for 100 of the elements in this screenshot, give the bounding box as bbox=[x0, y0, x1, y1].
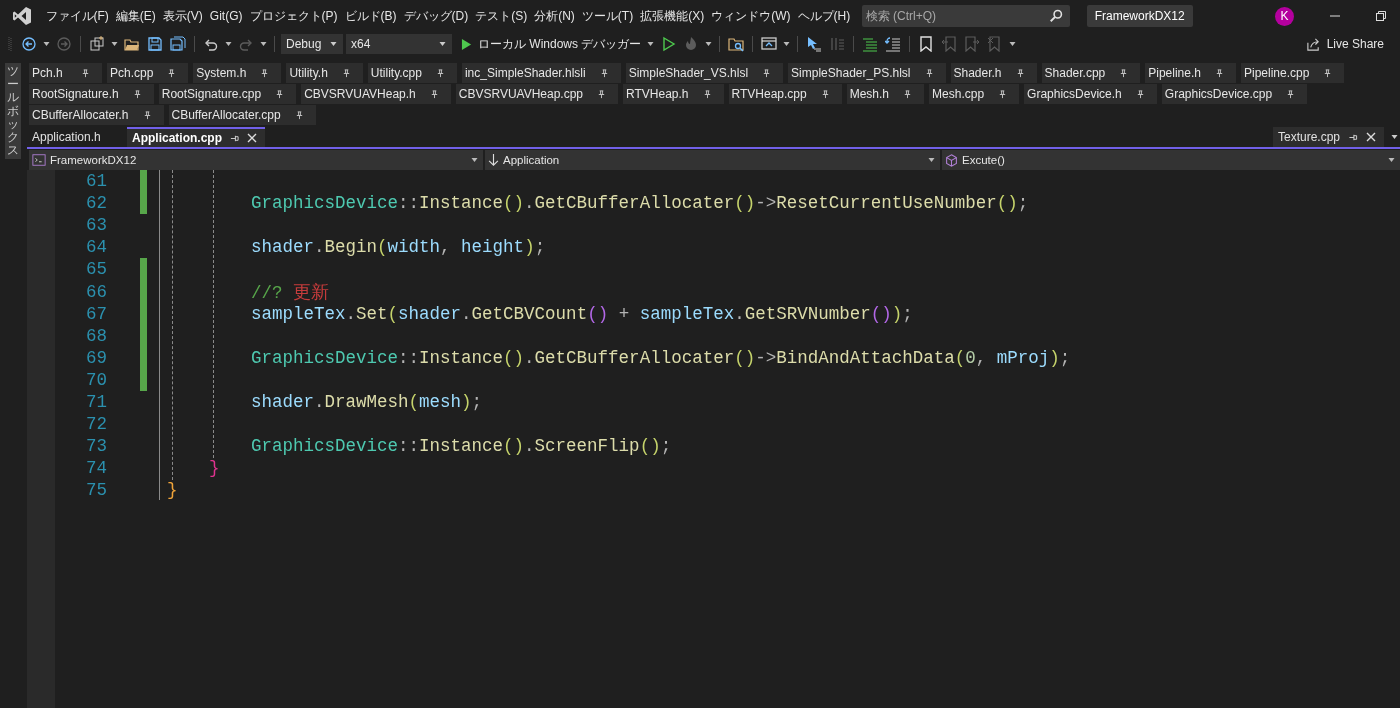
user-avatar[interactable]: K bbox=[1275, 6, 1294, 26]
pinned-tab[interactable]: SimpleShader_PS.hlsl bbox=[788, 63, 946, 83]
menu-item[interactable]: 編集(E) bbox=[112, 7, 160, 25]
pin-icon[interactable] bbox=[230, 133, 239, 143]
menu-item[interactable]: ファイル(F) bbox=[42, 7, 113, 25]
menu-item[interactable]: 分析(N) bbox=[530, 7, 579, 25]
search-field[interactable]: 検索 (Ctrl+Q) bbox=[861, 5, 1070, 27]
pin-icon[interactable] bbox=[599, 68, 609, 78]
restore-icon[interactable] bbox=[1376, 11, 1386, 21]
menu-item[interactable]: ツール(T) bbox=[578, 7, 637, 25]
menu-item[interactable]: デバッグ(D) bbox=[400, 7, 472, 25]
document-tab[interactable]: Application.h bbox=[27, 127, 127, 147]
pin-icon[interactable] bbox=[597, 89, 607, 99]
pin-icon[interactable] bbox=[1015, 68, 1025, 78]
pin-icon[interactable] bbox=[1348, 132, 1358, 142]
caret-icon[interactable] bbox=[1009, 42, 1017, 46]
pin-icon[interactable] bbox=[903, 89, 913, 99]
new-item-icon[interactable] bbox=[89, 36, 105, 52]
pinned-tab[interactable]: inc_SimpleShader.hlsli bbox=[461, 63, 621, 83]
pinned-tab[interactable]: RTVHeap.h bbox=[623, 84, 724, 104]
caret-icon bbox=[471, 158, 478, 162]
document-tab[interactable]: Application.cpp bbox=[127, 127, 265, 147]
pin-icon[interactable] bbox=[435, 68, 445, 78]
close-icon[interactable] bbox=[247, 133, 257, 143]
pinned-tab[interactable]: Utility.cpp bbox=[367, 63, 457, 83]
pinned-tab[interactable]: System.h bbox=[193, 63, 282, 83]
pin-icon[interactable] bbox=[820, 89, 830, 99]
folder-search-icon[interactable] bbox=[728, 36, 745, 52]
navigation-dropdown[interactable]: Excute() bbox=[942, 150, 1400, 170]
pinned-tab[interactable]: CBVSRVUAVHeap.h bbox=[301, 84, 451, 104]
save-all-icon[interactable] bbox=[170, 36, 186, 52]
pin-icon[interactable] bbox=[702, 89, 712, 99]
uncomment-lines-icon[interactable] bbox=[885, 36, 902, 52]
pinned-tab[interactable]: Mesh.cpp bbox=[929, 84, 1020, 104]
pin-icon[interactable] bbox=[260, 68, 270, 78]
pinned-tab[interactable]: Mesh.h bbox=[846, 84, 925, 104]
pinned-tab[interactable]: GraphicsDevice.h bbox=[1024, 84, 1157, 104]
start-debugging-button[interactable]: ローカル Windows デバッガー bbox=[455, 35, 644, 53]
comment-lines-icon[interactable] bbox=[862, 36, 879, 52]
pin-icon[interactable] bbox=[1286, 89, 1296, 99]
pin-icon[interactable] bbox=[132, 89, 142, 99]
menu-item[interactable]: ウィンドウ(W) bbox=[707, 7, 794, 25]
navigation-dropdown[interactable]: FrameworkDX12 bbox=[29, 150, 483, 170]
pin-icon[interactable] bbox=[275, 89, 285, 99]
bookmark-icon[interactable] bbox=[918, 36, 935, 52]
menu-item[interactable]: テスト(S) bbox=[471, 7, 531, 25]
caret-icon[interactable] bbox=[111, 42, 118, 46]
menu-item[interactable]: ヘルプ(H) bbox=[794, 7, 854, 25]
pinned-tab[interactable]: GraphicsDevice.cpp bbox=[1161, 84, 1308, 104]
dropdown[interactable]: Debug bbox=[281, 34, 343, 54]
caret-icon[interactable] bbox=[705, 42, 713, 46]
dropdown[interactable]: x64 bbox=[346, 34, 452, 54]
caret-icon[interactable] bbox=[783, 42, 791, 46]
document-tab[interactable]: Texture.cpp bbox=[1272, 127, 1384, 147]
pinned-tab[interactable]: Pch.cpp bbox=[107, 63, 189, 83]
pin-icon[interactable] bbox=[167, 68, 177, 78]
folder-icon[interactable] bbox=[124, 36, 140, 52]
pin-icon[interactable] bbox=[924, 68, 934, 78]
pin-icon[interactable] bbox=[81, 68, 90, 78]
menu-item[interactable]: 表示(V) bbox=[159, 7, 207, 25]
pinned-tab[interactable]: Pipeline.cpp bbox=[1241, 63, 1345, 83]
pinned-tab[interactable]: CBufferAllocater.cpp bbox=[168, 105, 316, 125]
pin-icon[interactable] bbox=[142, 110, 152, 120]
pin-icon[interactable] bbox=[998, 89, 1008, 99]
menu-item[interactable]: ビルド(B) bbox=[341, 7, 400, 25]
live-share-button[interactable]: Live Share bbox=[1299, 35, 1390, 53]
menu-item[interactable]: プロジェクト(P) bbox=[246, 7, 341, 25]
pinned-tab[interactable]: Utility.h bbox=[286, 63, 363, 83]
close-icon[interactable] bbox=[1366, 132, 1376, 142]
pin-icon[interactable] bbox=[1323, 68, 1333, 78]
pinned-tab[interactable]: Shader.h bbox=[950, 63, 1037, 83]
pinned-tab[interactable]: Shader.cpp bbox=[1041, 63, 1141, 83]
pin-icon[interactable] bbox=[294, 110, 304, 120]
window-icon[interactable] bbox=[761, 36, 778, 52]
pinned-tab[interactable]: RootSignature.h bbox=[29, 84, 154, 104]
pinned-tab[interactable]: CBufferAllocater.h bbox=[29, 105, 164, 125]
pin-icon[interactable] bbox=[762, 68, 772, 78]
pin-icon[interactable] bbox=[429, 89, 439, 99]
caret-icon[interactable] bbox=[43, 42, 50, 46]
caret-icon[interactable] bbox=[260, 42, 267, 46]
navigation-dropdown[interactable]: Application bbox=[485, 150, 940, 170]
caret-icon[interactable] bbox=[647, 42, 655, 46]
pinned-tab[interactable]: SimpleShader_VS.hlsl bbox=[625, 63, 784, 83]
cursor-icon[interactable] bbox=[806, 36, 823, 52]
pinned-tab[interactable]: RootSignature.cpp bbox=[158, 84, 297, 104]
pin-icon[interactable] bbox=[341, 68, 351, 78]
pin-icon[interactable] bbox=[1215, 68, 1224, 78]
pin-icon[interactable] bbox=[1119, 68, 1129, 78]
caret-icon[interactable] bbox=[225, 42, 232, 46]
pinned-tab[interactable]: Pch.h bbox=[29, 63, 102, 83]
toolbox-tab[interactable]: ツールボックス bbox=[5, 63, 21, 160]
pinned-tab[interactable]: CBVSRVUAVHeap.cpp bbox=[455, 84, 619, 104]
pinned-tab[interactable]: RTVHeap.cpp bbox=[728, 84, 842, 104]
pin-icon[interactable] bbox=[1135, 89, 1145, 99]
menu-item[interactable]: Git(G) bbox=[206, 9, 246, 23]
menu-item[interactable]: 拡張機能(X) bbox=[636, 7, 708, 25]
pinned-tab[interactable]: Pipeline.h bbox=[1145, 63, 1236, 83]
save-icon[interactable] bbox=[147, 36, 163, 52]
play-outline-icon[interactable] bbox=[660, 36, 677, 52]
caret-icon[interactable] bbox=[1391, 135, 1398, 139]
